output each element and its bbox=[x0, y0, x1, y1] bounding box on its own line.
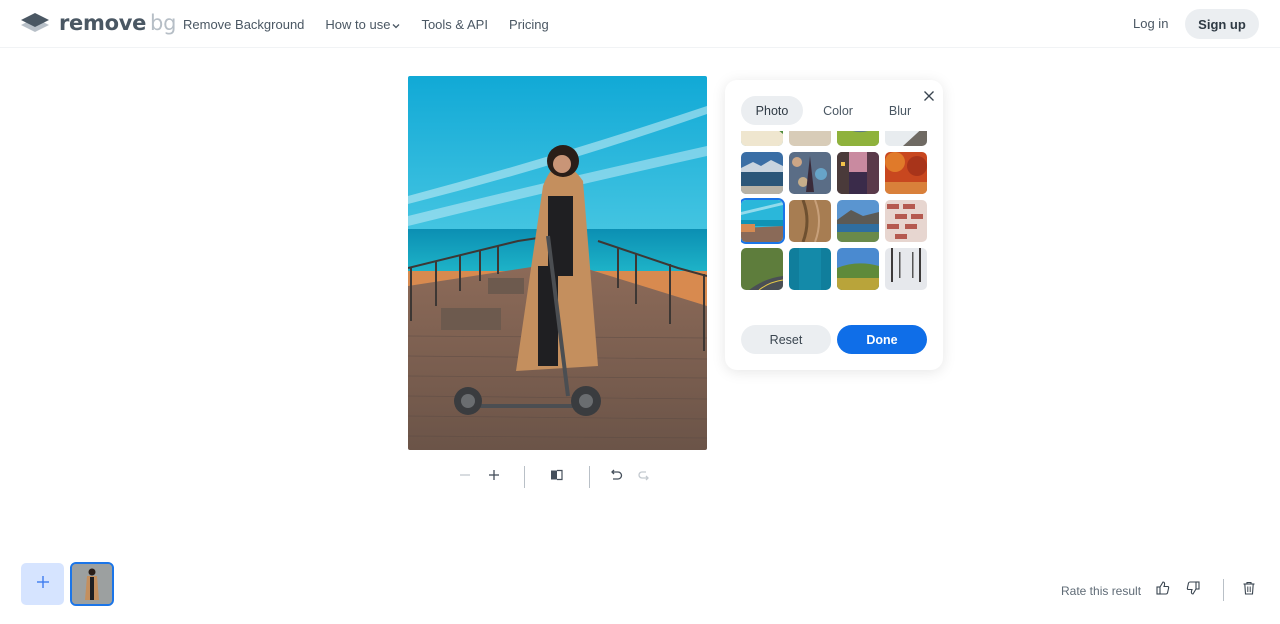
plus-icon bbox=[488, 468, 500, 486]
image-toolbar bbox=[450, 466, 660, 488]
result-preview-image bbox=[408, 76, 707, 450]
background-thumb-mountain-lake[interactable] bbox=[741, 152, 783, 194]
stacked-layers-icon bbox=[20, 12, 50, 34]
logo-word-remove: remove bbox=[59, 11, 147, 35]
thumbs-up-icon bbox=[1156, 580, 1170, 600]
top-navigation-bar: remove bg Remove Background How to use To… bbox=[0, 0, 1280, 48]
done-button[interactable]: Done bbox=[837, 325, 927, 354]
redo-icon bbox=[637, 468, 651, 486]
background-thumb-beach-palms[interactable] bbox=[789, 131, 831, 146]
delete-button[interactable] bbox=[1240, 581, 1258, 599]
redo-button[interactable] bbox=[633, 466, 655, 488]
logo-wordmark: remove bg bbox=[59, 11, 176, 35]
rate-result-label: Rate this result bbox=[1061, 584, 1142, 598]
background-thumb-city-street-dusk[interactable] bbox=[837, 152, 879, 194]
background-thumb-snowy-avenue[interactable] bbox=[885, 248, 927, 290]
footer-divider bbox=[1223, 579, 1224, 601]
background-thumb-autumn-forest[interactable] bbox=[885, 152, 927, 194]
background-thumb-green-hills[interactable] bbox=[837, 248, 879, 290]
tab-color[interactable]: Color bbox=[807, 96, 869, 125]
photo-grid-scroll[interactable] bbox=[741, 131, 927, 301]
thumbs-down-button[interactable] bbox=[1184, 580, 1202, 600]
logo-word-bg: bg bbox=[150, 11, 177, 35]
nav-tools-api[interactable]: Tools & API bbox=[421, 17, 487, 32]
nav-label: Tools & API bbox=[421, 16, 488, 32]
reset-button[interactable]: Reset bbox=[741, 325, 831, 354]
nav-pricing[interactable]: Pricing bbox=[509, 17, 549, 32]
toolbar-divider bbox=[524, 466, 525, 488]
background-thumb-teal-texture[interactable] bbox=[789, 248, 831, 290]
compare-icon bbox=[550, 468, 564, 486]
background-thumb-tropical-beach[interactable] bbox=[741, 131, 783, 146]
add-image-button[interactable] bbox=[21, 563, 64, 605]
zoom-in-button[interactable] bbox=[483, 466, 505, 488]
nav-label: How to use bbox=[325, 16, 391, 32]
logo[interactable]: remove bg bbox=[20, 11, 176, 35]
thumbs-down-icon bbox=[1186, 580, 1200, 600]
nav-label: Pricing bbox=[508, 16, 549, 32]
nav-how-to-use[interactable]: How to use bbox=[325, 17, 400, 32]
uploaded-image-thumbnail[interactable] bbox=[70, 562, 114, 606]
toolbar-divider bbox=[589, 466, 590, 488]
undo-button[interactable] bbox=[605, 466, 627, 488]
background-thumb-carved-wood[interactable] bbox=[789, 200, 831, 242]
main-nav: Remove Background How to use Tools & API… bbox=[183, 0, 570, 48]
tab-blur[interactable]: Blur bbox=[869, 96, 931, 125]
background-picker-panel: Photo Color Blur Reset Done bbox=[725, 80, 943, 370]
zoom-out-button[interactable] bbox=[454, 466, 476, 488]
background-thumb-hammock-grass[interactable] bbox=[837, 131, 879, 146]
login-link[interactable]: Log in bbox=[1133, 16, 1168, 31]
chevron-down-icon bbox=[392, 17, 400, 32]
background-thumb-boardwalk-sea[interactable] bbox=[741, 200, 783, 242]
signup-button[interactable]: Sign up bbox=[1185, 9, 1259, 39]
minus-icon bbox=[459, 468, 471, 486]
background-thumb-brick-wall[interactable] bbox=[885, 200, 927, 242]
background-thumb-lake-town-mountains[interactable] bbox=[837, 200, 879, 242]
background-thumb-eiffel-bokeh[interactable] bbox=[789, 152, 831, 194]
plus-icon bbox=[36, 575, 50, 594]
photo-grid bbox=[741, 131, 927, 290]
background-thumb-snowy-road[interactable] bbox=[885, 131, 927, 146]
undo-icon bbox=[609, 468, 623, 486]
background-tabs: Photo Color Blur bbox=[741, 96, 927, 125]
trash-icon bbox=[1242, 581, 1256, 600]
tab-photo[interactable]: Photo bbox=[741, 96, 803, 125]
compare-button[interactable] bbox=[546, 466, 568, 488]
background-thumb-forest-road[interactable] bbox=[741, 248, 783, 290]
nav-label: Remove Background bbox=[183, 16, 305, 32]
nav-remove-background[interactable]: Remove Background bbox=[183, 17, 304, 32]
thumbs-up-button[interactable] bbox=[1154, 580, 1172, 600]
